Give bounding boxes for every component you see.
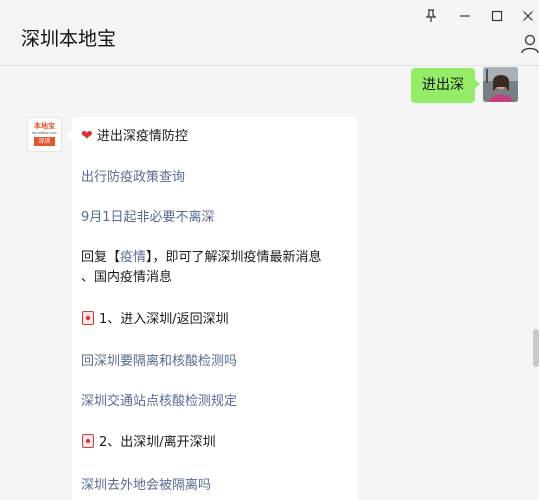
red-envelope-icon xyxy=(81,311,95,325)
link-no-leave-sz[interactable]: 9月1日起非必要不离深 xyxy=(81,208,215,228)
incoming-message: ❤ 进出深疫情防控 出行防疫政策查询 9月1日起非必要不离深 回复【疫情】，即可… xyxy=(72,117,357,500)
avatar-logo-url: bendibao.com xyxy=(32,131,57,135)
user-avatar[interactable] xyxy=(483,67,518,102)
person-icon[interactable] xyxy=(521,34,539,54)
chat-title: 深圳本地宝 xyxy=(21,28,117,50)
scrollbar-thumb[interactable] xyxy=(533,329,539,367)
section-enter-sz: 1、进入深圳/返回深圳 xyxy=(81,310,229,330)
section-1-text: 1、进入深圳/返回深圳 xyxy=(99,312,229,327)
link-return-quarantine[interactable]: 回深圳要隔离和核酸检测吗 xyxy=(81,352,237,372)
bot-avatar[interactable]: 本地宝 bendibao.com 深圳 xyxy=(27,117,62,152)
reply-keyword-link[interactable]: 疫情 xyxy=(120,250,146,265)
outgoing-bubble-tail xyxy=(474,79,480,89)
heading-text: 进出深疫情防控 xyxy=(96,129,188,144)
maximize-icon[interactable] xyxy=(487,6,507,26)
section-2-text: 2、出深圳/离开深圳 xyxy=(99,435,216,450)
section-leave-sz: 2、出深圳/离开深圳 xyxy=(81,433,216,453)
link-transport-test-rules[interactable]: 深圳交通站点核酸检测规定 xyxy=(81,392,237,412)
close-icon[interactable] xyxy=(518,6,538,26)
red-envelope-icon xyxy=(81,434,95,448)
reply-hint: 回复【疫情】，即可了解深圳疫情最新消息 xyxy=(81,248,322,268)
pin-icon[interactable] xyxy=(421,6,441,26)
avatar-logo-city: 深圳 xyxy=(34,137,55,146)
outgoing-message[interactable]: 进出深 xyxy=(411,68,475,103)
heart-icon: ❤ xyxy=(81,128,93,144)
message-heading: ❤ 进出深疫情防控 xyxy=(81,126,188,147)
reply-suffix: 】，即可了解深圳疫情最新消息 xyxy=(146,250,322,265)
chat-area: 进出深 本地宝 bendibao.com 深圳 ❤ 进出深疫情防控 出行防疫政策… xyxy=(0,66,539,500)
chat-header: 深圳本地宝 xyxy=(0,0,539,66)
link-travel-policy[interactable]: 出行防疫政策查询 xyxy=(81,168,185,188)
link-leave-quarantine[interactable]: 深圳去外地会被隔离吗 xyxy=(81,476,211,496)
minimize-icon[interactable] xyxy=(455,6,475,26)
reply-hint-line2: 、国内疫情消息 xyxy=(81,270,173,285)
avatar-logo-text: 本地宝 xyxy=(34,123,55,130)
reply-prefix: 回复【 xyxy=(81,250,121,265)
